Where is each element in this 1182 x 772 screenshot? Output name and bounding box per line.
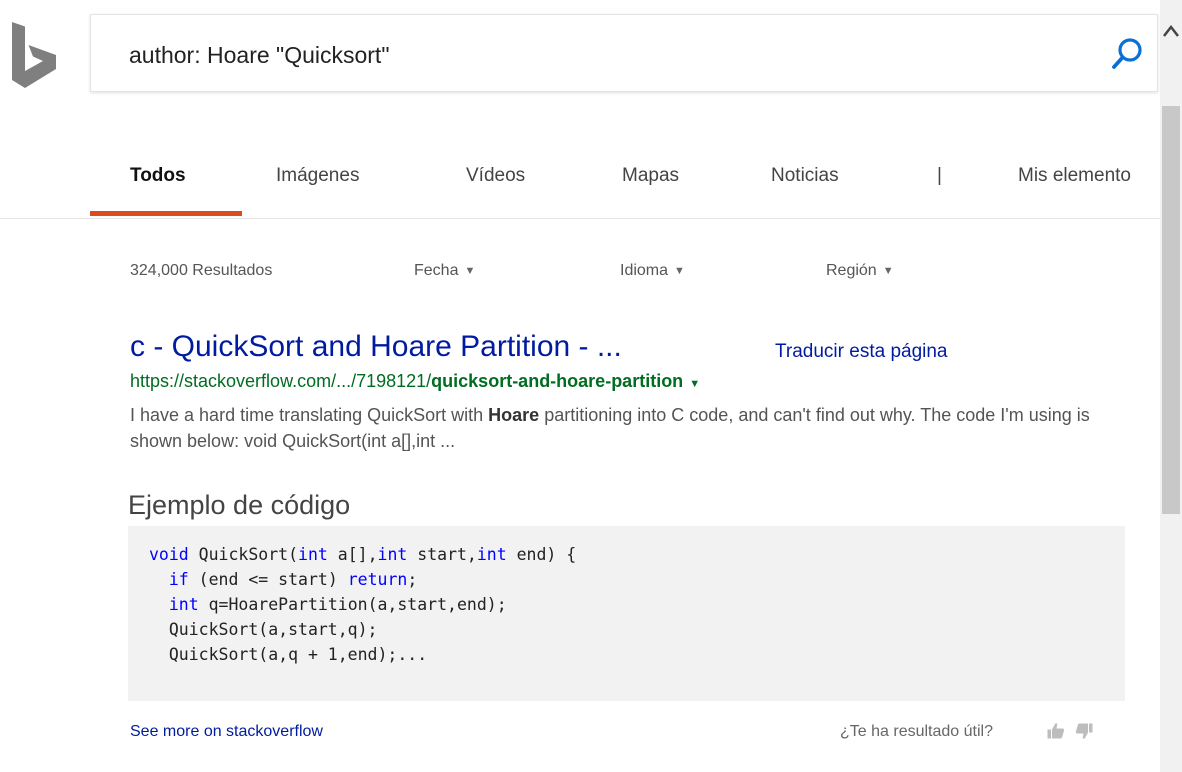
translate-page-link[interactable]: Traducir esta página bbox=[775, 341, 948, 363]
result-url: https://stackoverflow.com/.../7198121/qu… bbox=[130, 371, 701, 391]
scrollbar-thumb[interactable] bbox=[1162, 106, 1180, 514]
code-keyword: return bbox=[347, 570, 408, 589]
chevron-down-icon: ▼ bbox=[464, 264, 476, 277]
code-example-heading: Ejemplo de código bbox=[128, 490, 351, 520]
useful-prompt: ¿Te ha resultado útil? bbox=[840, 723, 993, 740]
code-keyword: int bbox=[476, 545, 507, 564]
code-line: if (end <= start) return; bbox=[149, 567, 576, 592]
code-line: QuickSort(a,q + 1,end);... bbox=[149, 642, 576, 667]
url-options-dropdown-icon[interactable]: ▼ bbox=[689, 378, 700, 390]
tab-todos[interactable]: Todos bbox=[130, 165, 186, 187]
filter-fecha[interactable]: Fecha ▼ bbox=[414, 262, 475, 280]
code-text: QuickSort(a,start,q); bbox=[149, 620, 378, 639]
tab-imagenes[interactable]: Imágenes bbox=[276, 165, 359, 187]
code-text: (end <= start) bbox=[188, 570, 348, 589]
code-keyword: int bbox=[298, 545, 328, 564]
code-block: void QuickSort(int a[],int start,int end… bbox=[128, 526, 1125, 701]
search-input[interactable] bbox=[129, 35, 1029, 75]
thumbs-up-icon[interactable] bbox=[1046, 721, 1066, 741]
code-keyword: void bbox=[149, 545, 189, 564]
scroll-up-arrow-icon[interactable] bbox=[1160, 14, 1182, 44]
tab-noticias[interactable]: Noticias bbox=[771, 165, 839, 187]
result-snippet: I have a hard time translating QuickSort… bbox=[130, 405, 1090, 451]
result-count: 324,000 Resultados bbox=[130, 262, 273, 279]
active-tab-indicator bbox=[90, 211, 242, 216]
code-text: ; bbox=[407, 570, 418, 589]
filter-idioma[interactable]: Idioma ▼ bbox=[620, 262, 685, 280]
bing-logo-icon[interactable] bbox=[10, 22, 58, 90]
code-text: start, bbox=[407, 545, 477, 564]
result-title-link[interactable]: c - QuickSort and Hoare Partition - ... bbox=[130, 330, 622, 364]
code-lines: void QuickSort(int a[],int start,int end… bbox=[149, 542, 576, 667]
code-text: a[], bbox=[327, 545, 378, 564]
code-text: q=HoarePartition(a,start,end); bbox=[198, 595, 507, 614]
filter-region[interactable]: Región ▼ bbox=[826, 262, 894, 280]
code-text: QuickSort( bbox=[188, 545, 299, 564]
tab-videos[interactable]: Vídeos bbox=[466, 165, 525, 187]
code-keyword: if bbox=[168, 570, 189, 589]
code-keyword: int bbox=[377, 545, 408, 564]
code-text: end) { bbox=[506, 545, 577, 564]
see-more-link[interactable]: See more on stackoverflow bbox=[130, 723, 323, 741]
chevron-down-icon: ▼ bbox=[882, 264, 894, 277]
nav-tabs: Todos Imágenes Vídeos Mapas Noticias | M… bbox=[0, 150, 1160, 219]
tab-mis-elementos[interactable]: Mis elemento bbox=[1018, 165, 1131, 187]
code-line: QuickSort(a,start,q); bbox=[149, 617, 576, 642]
tab-mapas[interactable]: Mapas bbox=[622, 165, 679, 187]
code-line: void QuickSort(int a[],int start,int end… bbox=[149, 542, 576, 567]
thumbs-down-icon[interactable] bbox=[1074, 721, 1094, 741]
search-icon[interactable] bbox=[1109, 36, 1145, 72]
code-text: QuickSort(a,q + 1,end);... bbox=[149, 645, 428, 664]
tab-separator: | bbox=[937, 165, 942, 186]
search-box bbox=[90, 14, 1158, 92]
code-keyword: int bbox=[168, 595, 199, 614]
chevron-down-icon: ▼ bbox=[674, 264, 685, 277]
code-line: int q=HoarePartition(a,start,end); bbox=[149, 592, 576, 617]
